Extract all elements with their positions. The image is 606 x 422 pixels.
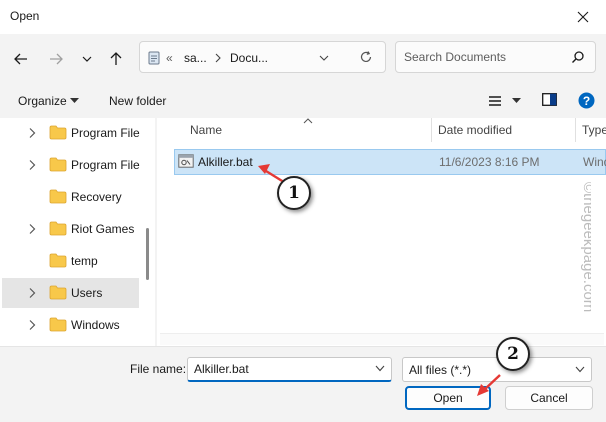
close-icon (577, 11, 589, 23)
column-header-type[interactable]: Type (582, 123, 606, 137)
open-button[interactable]: Open (405, 386, 491, 410)
tree-item-recovery[interactable]: Recovery (2, 182, 139, 212)
tree-item-windows[interactable]: Windows (2, 310, 139, 340)
preview-pane-icon (542, 93, 557, 106)
folder-icon (49, 253, 67, 268)
filename-field[interactable]: Alkiller.bat (187, 357, 392, 382)
tree-item-label: temp (71, 254, 98, 268)
tree-item-label: Program File (71, 158, 140, 172)
chevron-right-icon[interactable] (28, 159, 36, 171)
watermark-text: ©thegeekpage.com (580, 182, 591, 312)
nav-scrollbar[interactable] (146, 228, 149, 280)
file-type-value: All files (*.*) (409, 363, 472, 377)
window-title: Open (10, 9, 40, 23)
file-name: Alkiller.bat (198, 155, 253, 169)
file-list-horizontal-scrollbar[interactable] (160, 333, 604, 345)
tree-item-temp[interactable]: temp (2, 246, 139, 276)
step-1-badge: 1 (277, 176, 311, 210)
chevron-right-icon[interactable] (28, 319, 36, 331)
filename-value[interactable]: Alkiller.bat (194, 362, 249, 376)
tree-item-label: Users (71, 286, 103, 300)
step-2-label: 2 (507, 344, 519, 364)
refresh-icon[interactable] (359, 50, 373, 64)
breadcrumb-user[interactable]: sa... (184, 51, 207, 65)
cancel-button[interactable]: Cancel (505, 386, 593, 410)
search-input[interactable] (404, 49, 564, 65)
folder-icon (49, 317, 67, 332)
tree-item-label: Riot Games (71, 222, 135, 236)
command-bar: Organize New folder ? (0, 84, 606, 118)
arrow-left-icon (14, 53, 27, 65)
open-button-label: Open (433, 391, 463, 405)
breadcrumb-documents[interactable]: Docu... (230, 51, 268, 65)
forward-button[interactable] (43, 46, 69, 72)
folder-icon (49, 285, 67, 300)
search-box[interactable] (395, 41, 596, 73)
svg-text:?: ? (583, 94, 590, 108)
tree-item-label: Windows (71, 318, 120, 332)
watermark: ©thegeekpage.com (580, 182, 591, 312)
close-button[interactable] (560, 0, 606, 34)
file-type: Wind (583, 155, 606, 169)
batch-file-icon (178, 154, 194, 168)
sort-ascending-icon (303, 118, 313, 124)
view-options-button[interactable] (486, 93, 522, 111)
organize-dropdown-icon (70, 98, 79, 103)
breadcrumb-chevron-icon (215, 53, 221, 63)
back-button[interactable] (8, 46, 34, 72)
chevron-right-icon[interactable] (28, 127, 36, 139)
folder-icon (49, 157, 67, 172)
step-2-badge: 2 (496, 337, 530, 371)
search-icon (572, 51, 584, 63)
recent-locations-button[interactable] (74, 46, 100, 72)
arrow-up-icon (110, 52, 122, 65)
file-row[interactable]: Alkiller.bat 11/6/2023 8:16 PM Wind (174, 149, 606, 175)
cancel-button-label: Cancel (530, 391, 568, 405)
view-dropdown-icon (512, 98, 521, 103)
folder-icon (49, 125, 67, 140)
folder-icon (49, 189, 67, 204)
address-dropdown-icon[interactable] (318, 54, 330, 62)
tree-item-users[interactable]: Users (2, 278, 139, 308)
column-header-date[interactable]: Date modified (438, 123, 512, 137)
column-divider[interactable] (575, 118, 576, 142)
tree-item-riot-games[interactable]: Riot Games (2, 214, 139, 244)
filename-label: File name: (130, 362, 187, 376)
organize-button[interactable]: Organize (18, 94, 67, 108)
help-button[interactable]: ? (578, 92, 595, 109)
file-list: Name Date modified Type Alkiller.bat 11/… (157, 118, 606, 346)
folder-icon (49, 221, 67, 236)
breadcrumb-overflow[interactable]: « (166, 51, 173, 65)
tree-item-program-files[interactable]: Program File (2, 118, 140, 148)
tree-item-label: Program File (71, 126, 140, 140)
chevron-down-icon (82, 56, 92, 62)
arrow-right-icon (50, 53, 63, 65)
column-header-name[interactable]: Name (190, 123, 222, 137)
chevron-down-icon[interactable] (375, 365, 385, 372)
file-date: 11/6/2023 8:16 PM (439, 155, 540, 169)
up-button[interactable] (103, 46, 129, 72)
tree-item-program-files-x86[interactable]: Program File (2, 150, 140, 180)
navigation-pane: Program File Program File Recovery Riot … (0, 118, 155, 346)
list-view-icon (489, 96, 501, 106)
column-divider[interactable] (431, 118, 432, 142)
chevron-right-icon[interactable] (28, 223, 36, 235)
tree-item-label: Recovery (71, 190, 122, 204)
address-bar[interactable]: « sa... Docu... (139, 41, 386, 73)
step-1-label: 1 (288, 183, 300, 203)
organize-label: Organize (18, 94, 67, 108)
documents-icon (148, 51, 160, 65)
preview-pane-button[interactable] (542, 93, 558, 109)
help-icon: ? (578, 92, 595, 109)
title-bar: Open (0, 0, 606, 34)
chevron-down-icon (575, 366, 585, 373)
chevron-right-icon[interactable] (28, 287, 36, 299)
new-folder-button[interactable]: New folder (109, 94, 166, 108)
